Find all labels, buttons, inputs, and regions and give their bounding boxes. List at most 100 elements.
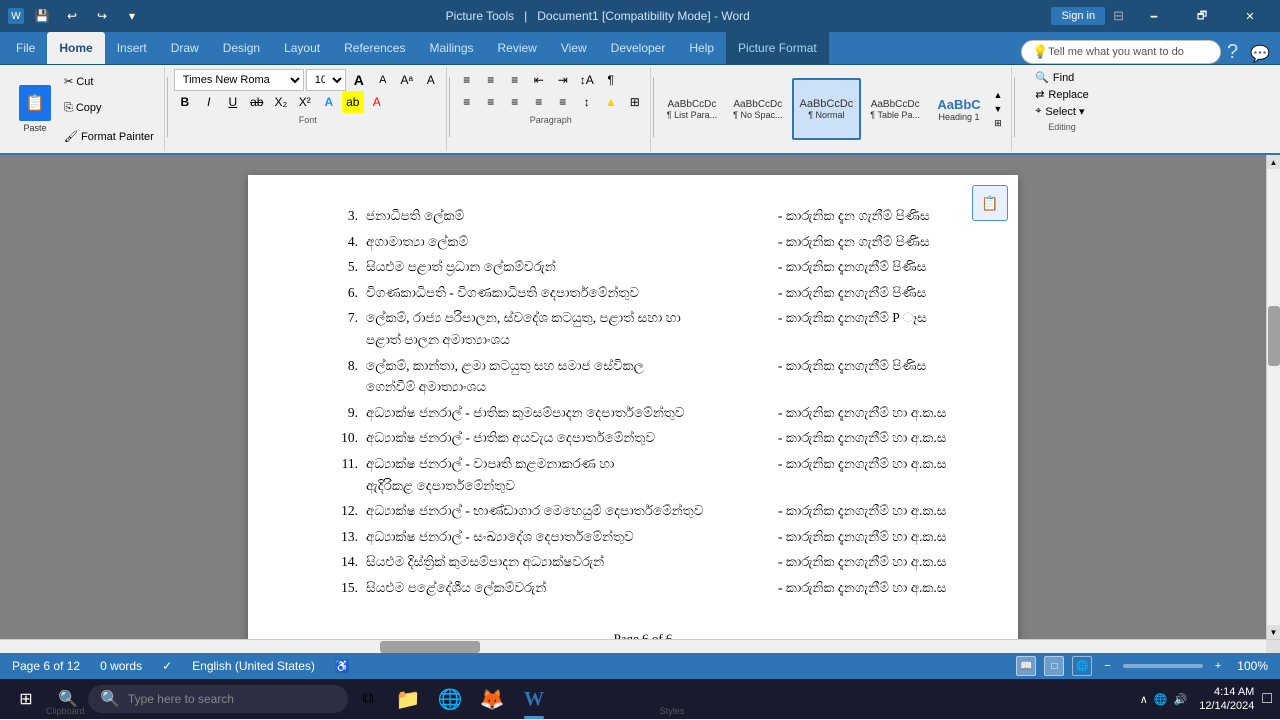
clock-display[interactable]: 4:14 AM 12/14/2024	[1199, 685, 1254, 714]
taskbar-search[interactable]: 🔍 Type here to search	[88, 685, 348, 713]
horizontal-scrollbar[interactable]	[0, 640, 1266, 653]
superscript-btn[interactable]: X²	[294, 91, 316, 113]
numbering-btn[interactable]: ≡	[480, 69, 502, 91]
zoom-slider[interactable]	[1123, 664, 1203, 668]
font-size-select[interactable]: 10	[306, 69, 346, 91]
style-no-space[interactable]: AaBbCcDc ¶ No Spac...	[726, 78, 789, 140]
zoom-out-icon[interactable]: −	[1100, 660, 1114, 672]
tab-review[interactable]: Review	[486, 32, 549, 64]
show-desktop-btn[interactable]: □	[1258, 690, 1276, 708]
task-view-btn[interactable]: ⧉	[350, 679, 386, 719]
tab-insert[interactable]: Insert	[105, 32, 159, 64]
tray-up-arrow[interactable]: ∧	[1140, 693, 1148, 706]
save-qat-btn[interactable]: 💾	[30, 4, 54, 28]
paste-button[interactable]: 📋 Paste	[10, 69, 60, 149]
sort-btn[interactable]: ↕A	[576, 69, 598, 91]
zoom-percent[interactable]: 100%	[1233, 659, 1272, 673]
style-normal[interactable]: AaBbCcDc ¶ Normal	[792, 78, 862, 140]
select-btn[interactable]: ⌖ Select ▾	[1029, 103, 1095, 120]
tab-developer[interactable]: Developer	[599, 32, 678, 64]
change-case-btn[interactable]: Aᵃ	[396, 69, 418, 91]
column-break-btn[interactable]: ≡	[552, 91, 574, 113]
line-spacing-btn[interactable]: ↕	[576, 91, 598, 113]
text-effects-btn[interactable]: A	[318, 91, 340, 113]
file-explorer-app[interactable]: 📁	[388, 679, 428, 719]
undo-qat-btn[interactable]: ↩	[60, 4, 84, 28]
ribbon-display-btn[interactable]: ⊟	[1109, 8, 1128, 24]
restore-btn[interactable]: 🗗	[1180, 0, 1224, 32]
zoom-in-icon[interactable]: +	[1211, 660, 1225, 672]
firefox-app[interactable]: 🦊	[472, 679, 512, 719]
word-app[interactable]: W	[514, 679, 554, 719]
hscroll-thumb[interactable]	[380, 641, 480, 653]
show-marks-btn[interactable]: ¶	[600, 69, 622, 91]
format-panel-icon[interactable]: 📋	[972, 185, 1008, 221]
font-name-select[interactable]: Times New Roma	[174, 69, 304, 91]
clear-format-btn[interactable]: A	[420, 69, 442, 91]
replace-btn[interactable]: ⇄ Replace	[1029, 86, 1095, 103]
word-count[interactable]: 0 words	[96, 659, 146, 673]
minimize-btn[interactable]: 🗕	[1132, 0, 1176, 32]
tab-file[interactable]: File	[4, 32, 47, 64]
styles-scroll-down[interactable]: ▼	[991, 102, 1005, 116]
read-mode-btn[interactable]: 📖	[1016, 656, 1036, 676]
scroll-thumb[interactable]	[1268, 306, 1280, 366]
spell-check-icon[interactable]: ✓	[158, 659, 176, 673]
start-button[interactable]: ⊞	[4, 679, 48, 719]
scroll-track[interactable]	[1267, 169, 1280, 625]
page-info[interactable]: Page 6 of 12	[8, 659, 84, 673]
borders-btn[interactable]: ⊞	[624, 91, 646, 113]
font-shrink-btn[interactable]: A	[372, 69, 394, 91]
bold-btn[interactable]: B	[174, 91, 196, 113]
align-right-btn[interactable]: ≡	[504, 91, 526, 113]
accessibility-icon[interactable]: ♿	[331, 659, 354, 673]
font-grow-btn[interactable]: A	[348, 69, 370, 91]
multilevel-btn[interactable]: ≡	[504, 69, 526, 91]
scroll-up-btn[interactable]: ▲	[1267, 155, 1280, 169]
align-left-btn[interactable]: ≡	[456, 91, 478, 113]
strikethrough-btn[interactable]: ab	[246, 91, 268, 113]
text-highlight-btn[interactable]: ab	[342, 91, 364, 113]
tab-picture-format[interactable]: Picture Format	[726, 32, 829, 64]
tab-mailings[interactable]: Mailings	[417, 32, 485, 64]
customize-qat-btn[interactable]: ▾	[120, 4, 144, 28]
web-layout-btn[interactable]: 🌐	[1072, 656, 1092, 676]
increase-indent-btn[interactable]: ⇥	[552, 69, 574, 91]
style-list-para[interactable]: AaBbCcDc ¶ List Para...	[660, 78, 724, 140]
copy-button[interactable]: ⎘ Copy	[60, 101, 158, 116]
justify-btn[interactable]: ≡	[528, 91, 550, 113]
font-color-btn[interactable]: A	[366, 91, 388, 113]
format-painter-button[interactable]: 🖌 Format Painter	[60, 129, 158, 144]
find-btn[interactable]: 🔍 Find	[1029, 69, 1095, 86]
tab-home[interactable]: Home	[47, 32, 104, 64]
styles-expand[interactable]: ⊞	[991, 116, 1005, 130]
decrease-indent-btn[interactable]: ⇤	[528, 69, 550, 91]
style-heading1[interactable]: AaBbC Heading 1	[929, 78, 989, 140]
subscript-btn[interactable]: X₂	[270, 91, 292, 113]
speaker-icon[interactable]: 🔊	[1174, 693, 1188, 706]
cut-button[interactable]: ✂ Cut	[60, 74, 158, 89]
help-btn[interactable]: ?	[1221, 41, 1244, 64]
layout-icon-panel[interactable]: 📋	[972, 185, 1008, 221]
style-table-para[interactable]: AaBbCcDc ¶ Table Pa...	[863, 78, 927, 140]
vertical-scrollbar[interactable]: ▲ ▼	[1266, 155, 1280, 639]
bullets-btn[interactable]: ≡	[456, 69, 478, 91]
language-status[interactable]: English (United States)	[188, 659, 319, 673]
print-layout-btn[interactable]: □	[1044, 656, 1064, 676]
tab-view[interactable]: View	[549, 32, 599, 64]
center-btn[interactable]: ≡	[480, 91, 502, 113]
scroll-down-btn[interactable]: ▼	[1267, 625, 1280, 639]
sign-in-button[interactable]: Sign in	[1051, 7, 1105, 25]
close-btn[interactable]: ✕	[1228, 0, 1272, 32]
italic-btn[interactable]: I	[198, 91, 220, 113]
tab-draw[interactable]: Draw	[159, 32, 211, 64]
tell-me-input[interactable]: 💡 Tell me what you want to do	[1021, 40, 1221, 64]
shading-btn[interactable]: ▲	[600, 91, 622, 113]
underline-btn[interactable]: U	[222, 91, 244, 113]
redo-qat-btn[interactable]: ↪	[90, 4, 114, 28]
tab-help[interactable]: Help	[677, 32, 726, 64]
edge-app[interactable]: 🌐	[430, 679, 470, 719]
tab-layout[interactable]: Layout	[272, 32, 332, 64]
tab-design[interactable]: Design	[211, 32, 272, 64]
comment-btn[interactable]: 💬	[1244, 44, 1276, 64]
